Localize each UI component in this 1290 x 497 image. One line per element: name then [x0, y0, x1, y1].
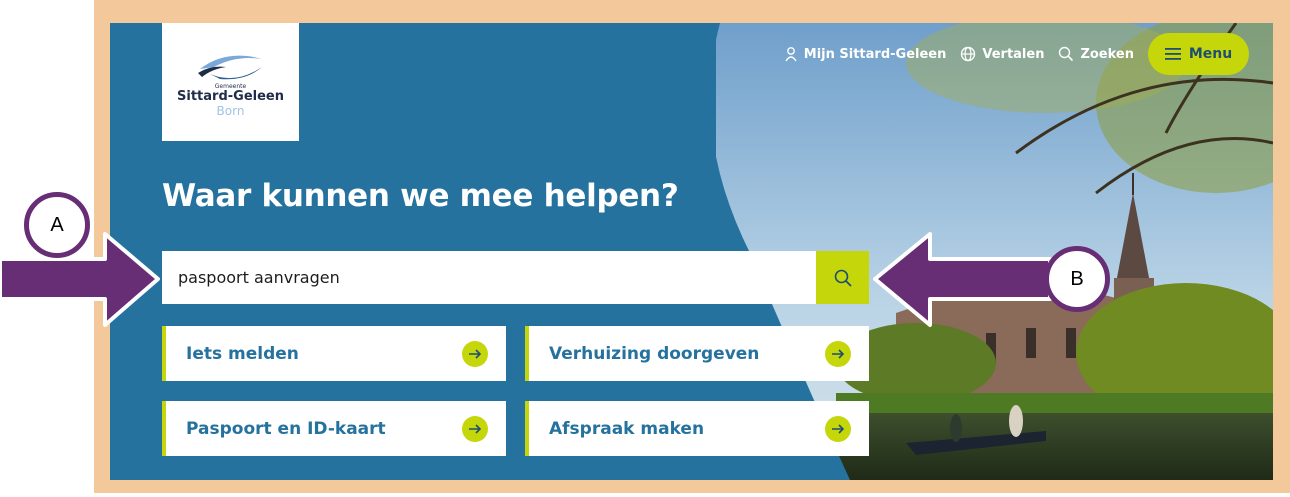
- callout-a: A: [24, 192, 90, 258]
- arrow-b-icon: [873, 232, 1052, 327]
- annotation-arrows: [0, 232, 1052, 327]
- callout-b: B: [1044, 246, 1110, 312]
